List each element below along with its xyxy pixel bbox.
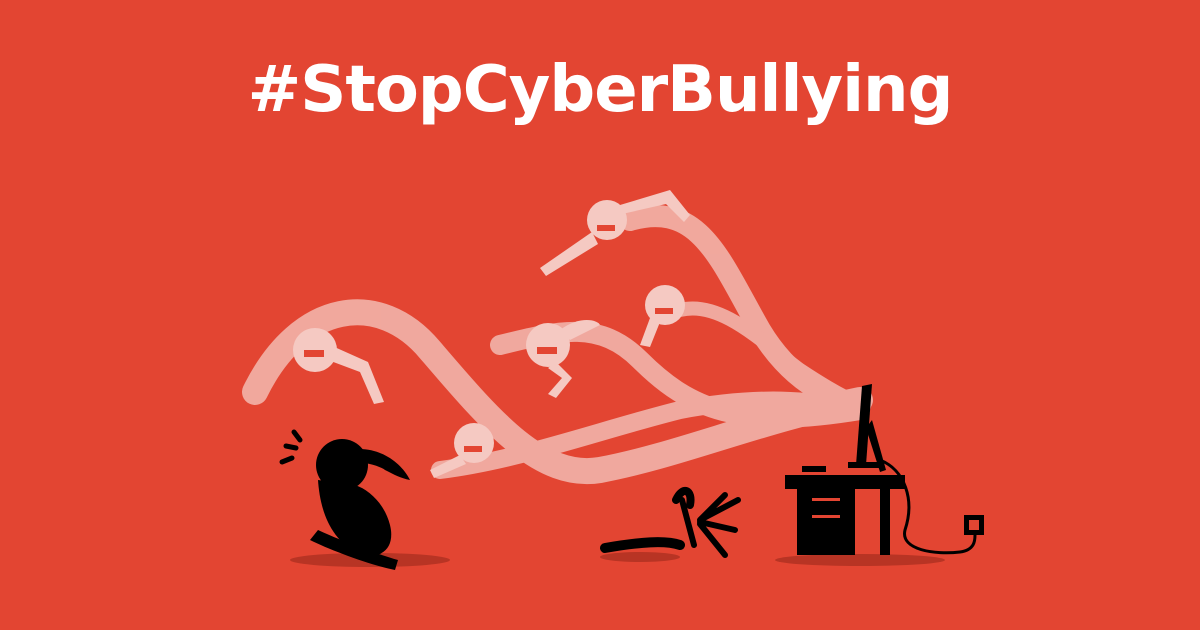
desk bbox=[785, 466, 905, 555]
ghost-bully-left bbox=[293, 328, 384, 404]
power-socket bbox=[964, 515, 984, 535]
ghost-bully-right bbox=[640, 285, 685, 347]
tipped-chair bbox=[600, 487, 741, 558]
ghost-bully-top bbox=[540, 190, 690, 276]
banner: #StopCyberBullying bbox=[0, 0, 1200, 630]
victim-figure bbox=[279, 429, 410, 570]
power-cable bbox=[879, 458, 977, 555]
illustration bbox=[242, 190, 984, 570]
